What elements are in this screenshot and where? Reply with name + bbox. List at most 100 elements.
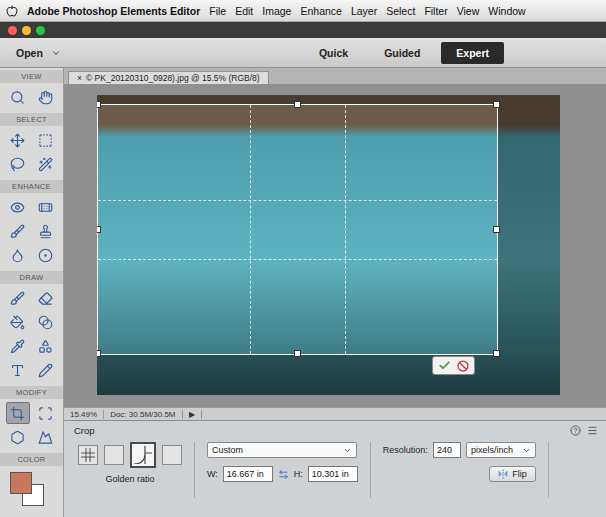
crop-handle[interactable] [493, 350, 500, 357]
menu-item[interactable]: Filter [424, 5, 447, 17]
tool-button[interactable] [6, 220, 30, 242]
doc-size: Doc: 30.5M/30.5M [104, 410, 182, 419]
overlay-preset[interactable] [162, 445, 182, 465]
status-menu-arrow[interactable]: ▶ [183, 410, 202, 419]
red-eye-icon [10, 200, 25, 215]
tool-button[interactable] [6, 359, 30, 381]
crop-handle[interactable] [493, 226, 500, 233]
menu-bar: Adobe Photoshop Elements Editor File Edit I… [0, 0, 606, 22]
swap-icon[interactable] [278, 469, 289, 480]
help-icon[interactable] [570, 425, 581, 436]
gradient-icon [38, 315, 53, 330]
ratio-select[interactable]: Custom [207, 442, 357, 458]
menu-item[interactable]: Edit [235, 5, 253, 17]
tool-button[interactable] [6, 402, 30, 424]
close-button[interactable]: × [77, 73, 82, 83]
tool-button[interactable] [34, 402, 58, 424]
tool-button[interactable] [6, 129, 30, 151]
tool-section: MODIFY [0, 386, 63, 453]
type-icon [10, 363, 25, 378]
tool-button[interactable] [34, 287, 58, 309]
mode-tab[interactable]: Guided [369, 42, 435, 64]
menu-item[interactable]: Select [386, 5, 415, 17]
crop-handle[interactable] [294, 350, 301, 357]
tool-button[interactable] [34, 129, 58, 151]
window-control[interactable] [8, 26, 17, 35]
crop-icon [10, 406, 25, 421]
guide-line [98, 259, 497, 260]
tool-section: VIEW [0, 70, 63, 113]
window-control[interactable] [36, 26, 45, 35]
crop-box[interactable] [97, 104, 498, 355]
tool-button[interactable] [34, 359, 58, 381]
flip-icon [498, 469, 508, 479]
zoom-level[interactable]: 15.49% [64, 410, 104, 419]
tool-button[interactable] [34, 244, 58, 266]
eyedropper-icon [10, 339, 25, 354]
guide-line [98, 200, 497, 201]
menu-item[interactable]: File [209, 5, 226, 17]
cancel-icon[interactable] [457, 360, 469, 372]
flip-button[interactable]: Flip [489, 466, 536, 482]
tool-button[interactable] [34, 311, 58, 333]
zoom-icon [10, 90, 25, 105]
section-label: ENHANCE [0, 180, 63, 193]
tool-button[interactable] [34, 220, 58, 242]
menu-item[interactable]: Layer [351, 5, 377, 17]
document-tab[interactable]: ×© PK_20120310_0928).jpg @ 15.5% (RGB/8) [68, 71, 269, 84]
tool-section: ENHANCE [0, 180, 63, 271]
options-body: Golden ratioCustomW:16.667 inH:10.301 in… [74, 442, 598, 498]
menu-item[interactable]: Image [262, 5, 291, 17]
menu-item[interactable]: Window [488, 5, 525, 17]
commit-check-icon[interactable] [438, 359, 451, 372]
height-field[interactable]: 10.301 in [308, 466, 358, 482]
tool-button[interactable] [34, 86, 58, 108]
open-button[interactable]: Open [12, 45, 65, 61]
tool-button[interactable] [6, 153, 30, 175]
foreground-swatch[interactable] [10, 472, 32, 494]
resolution-unit-select[interactable]: pixels/inch [466, 442, 536, 458]
pencil-icon [38, 363, 53, 378]
window-control[interactable] [22, 26, 31, 35]
overlay-preset[interactable] [130, 442, 156, 468]
tool-button[interactable] [6, 311, 30, 333]
resolution-field[interactable]: 240 [433, 442, 461, 458]
tool-button[interactable] [6, 196, 30, 218]
crop-confirm-bar [432, 356, 475, 375]
main-area: VIEWSELECTENHANCEDRAWMODIFYCOLOR ×© PK_20… [0, 68, 606, 517]
toolbox: VIEWSELECTENHANCEDRAWMODIFYCOLOR [0, 68, 64, 517]
crop-handle[interactable] [97, 101, 101, 108]
resolution-row: Resolution:240pixels/inch [383, 442, 536, 458]
crop-handle[interactable] [97, 226, 101, 233]
tool-button[interactable] [6, 287, 30, 309]
tool-button[interactable] [34, 426, 58, 448]
menu-item[interactable]: View [457, 5, 480, 17]
tool-button[interactable] [34, 335, 58, 357]
tool-button[interactable] [6, 335, 30, 357]
tool-options-panel: CropGolden ratioCustomW:16.667 inH:10.30… [64, 420, 606, 517]
crop-handle[interactable] [294, 101, 301, 108]
golden-ratio-icon [134, 446, 152, 464]
tool-button[interactable] [6, 426, 30, 448]
apple-icon[interactable] [6, 5, 18, 17]
width-field[interactable]: 16.667 in [223, 466, 273, 482]
tool-button[interactable] [6, 244, 30, 266]
mode-tab[interactable]: Quick [304, 42, 363, 64]
overlay-preset[interactable] [78, 445, 98, 465]
app-menu[interactable]: Adobe Photoshop Elements Editor [27, 5, 200, 17]
panel-menu-icon[interactable] [587, 425, 598, 436]
crop-handle[interactable] [97, 350, 101, 357]
tool-button[interactable] [34, 153, 58, 175]
overlay-preset[interactable] [104, 445, 124, 465]
content-move-icon [10, 430, 25, 445]
mode-tab[interactable]: Expert [441, 42, 504, 64]
menu-item[interactable]: Enhance [300, 5, 341, 17]
tool-button[interactable] [6, 86, 30, 108]
section-label: VIEW [0, 70, 63, 83]
brush-icon [10, 291, 25, 306]
width-label: W: [207, 469, 218, 479]
tool-grid [0, 284, 63, 386]
crop-handle[interactable] [493, 101, 500, 108]
guide-line [345, 105, 346, 354]
tool-button[interactable] [34, 196, 58, 218]
